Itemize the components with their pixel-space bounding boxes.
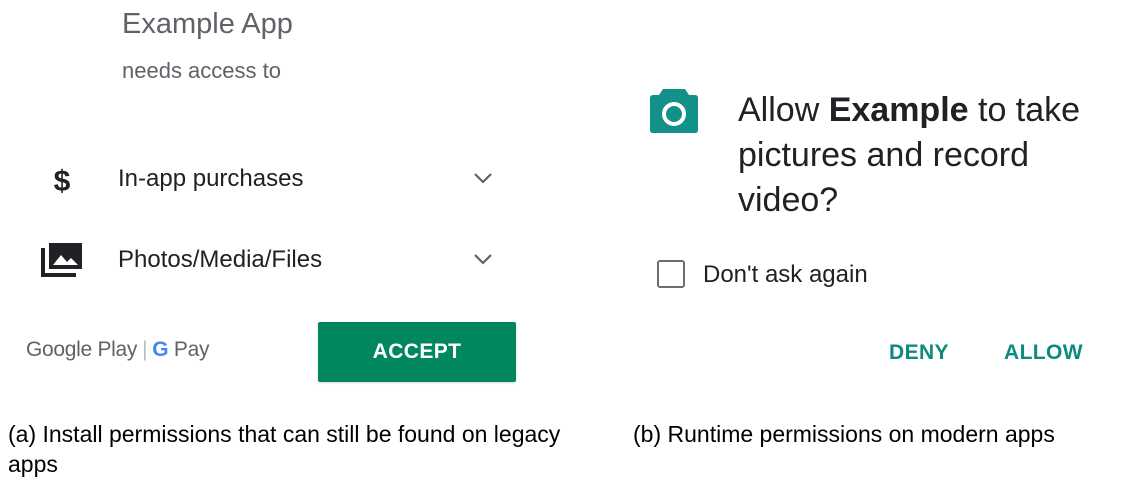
camera-icon [648, 85, 700, 135]
dont-ask-again-checkbox[interactable] [657, 260, 685, 288]
svg-text:$: $ [54, 165, 71, 197]
permission-label-photos-media-files: Photos/Media/Files [118, 246, 323, 273]
photos-icon [36, 240, 88, 280]
chevron-down-icon[interactable] [470, 168, 496, 188]
dollar-icon: $ [36, 160, 88, 200]
permission-label-in-app-purchases: In-app purchases [118, 165, 304, 192]
caption-runtime-permissions: (b) Runtime permissions on modern apps [633, 421, 1055, 447]
google-play-text: Google Play [26, 338, 138, 361]
prompt-prefix: Allow [738, 91, 829, 129]
allow-button[interactable]: ALLOW [1004, 341, 1083, 365]
permission-prompt: Allow Example to take pictures and recor… [738, 88, 1098, 223]
g-pay-logo-g: G [152, 338, 169, 361]
g-pay-text: Pay [173, 338, 210, 361]
accept-button[interactable]: ACCEPT [318, 322, 516, 382]
app-name: Example App [122, 8, 293, 40]
google-play-pay-logo: Google Play | G Pay [26, 338, 209, 362]
deny-button[interactable]: DENY [889, 341, 949, 365]
dont-ask-again-label[interactable]: Don't ask again [703, 261, 868, 289]
needs-access-subtitle: needs access to [122, 58, 281, 83]
caption-install-permissions: (a) Install permissions that can still b… [8, 421, 561, 477]
prompt-app-name: Example [828, 91, 969, 129]
logo-divider: | [142, 338, 148, 361]
chevron-down-icon[interactable] [470, 249, 496, 269]
